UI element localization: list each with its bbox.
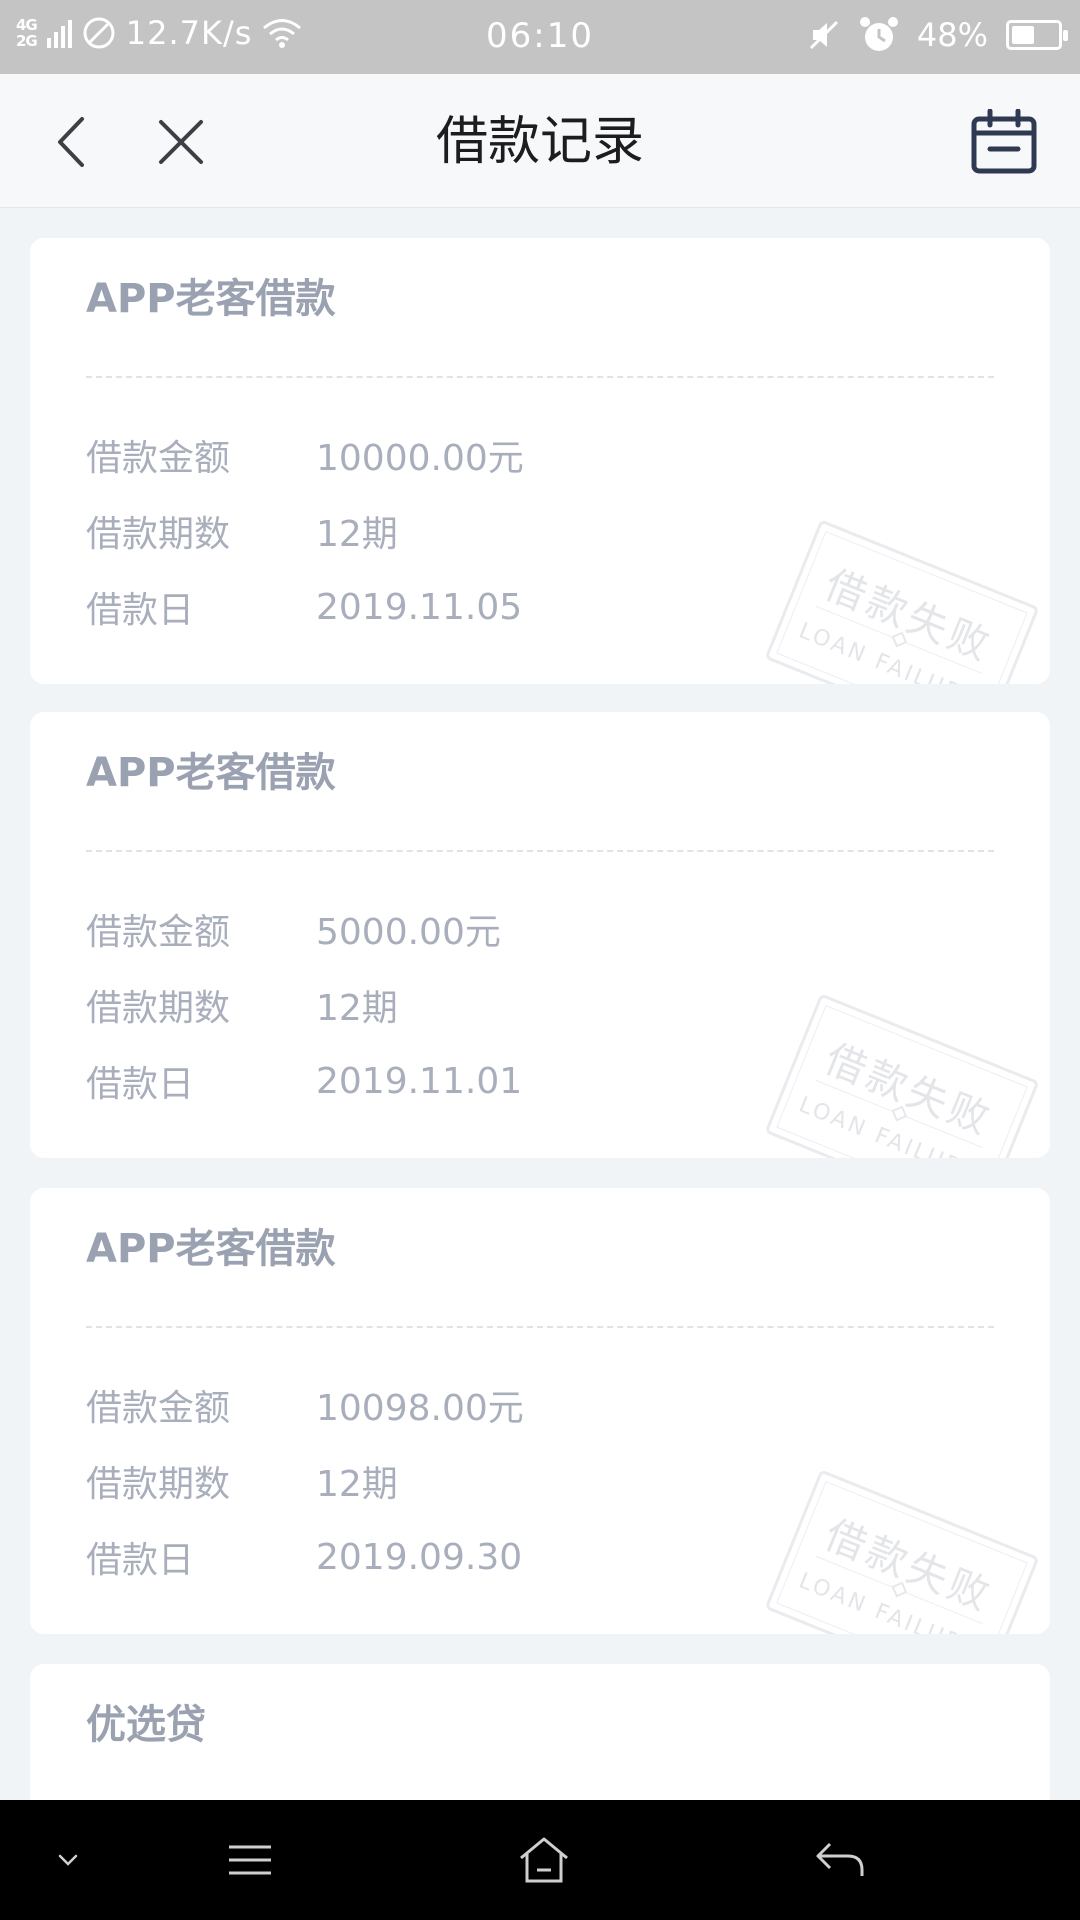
home-icon <box>520 1837 568 1883</box>
record-title: 优选贷 <box>86 1702 206 1748</box>
loan-failed-stamp: 借款失败 LOAN FAILURE <box>764 993 1040 1158</box>
amount-value: 10098.00元 <box>316 1388 524 1429</box>
amount-value: 10000.00元 <box>316 438 524 479</box>
record-title: APP老客借款 <box>86 1226 336 1272</box>
amount-value: 5000.00元 <box>316 912 501 953</box>
term-row: 借款期数 12期 <box>86 980 398 1030</box>
date-value: 2019.11.05 <box>316 586 523 628</box>
date-row: 借款日 2019.11.01 <box>86 1056 522 1106</box>
date-label: 借款日 <box>86 1540 195 1581</box>
status-right: 48% <box>807 16 1068 54</box>
battery-icon <box>1006 20 1068 50</box>
term-row: 借款期数 12期 <box>86 506 398 556</box>
loan-failed-stamp: 借款失败 LOAN FAILURE <box>764 519 1040 684</box>
dashed-divider <box>86 850 994 852</box>
status-bar: 4G 2G 12.7K/s 06:10 48% <box>0 0 1080 74</box>
page-title: 借款记录 <box>435 112 644 172</box>
amount-label: 借款金额 <box>86 912 231 953</box>
amount-label: 借款金额 <box>86 438 231 479</box>
date-row: 借款日 2019.11.05 <box>86 582 522 632</box>
calendar-icon <box>971 109 1037 174</box>
collapse-button[interactable] <box>38 1830 98 1890</box>
amount-row: 借款金额 5000.00元 <box>86 904 501 954</box>
mute-icon <box>809 20 838 50</box>
loan-record-card[interactable]: APP老客借款 借款金额 10000.00元 借款期数 12期 借款日 2019… <box>30 238 1050 684</box>
system-nav-bar <box>0 1800 1080 1920</box>
record-title: APP老客借款 <box>86 750 336 796</box>
chevron-down-icon <box>58 1854 78 1866</box>
nav-bar: 借款记录 <box>0 74 1080 208</box>
loan-record-card[interactable]: APP老客借款 借款金额 10098.00元 借款期数 12期 借款日 2019… <box>30 1188 1050 1634</box>
term-label: 借款期数 <box>86 514 231 555</box>
alarm-icon <box>859 17 898 51</box>
battery-percent: 48% <box>916 16 988 54</box>
date-label: 借款日 <box>86 590 195 631</box>
amount-row: 借款金额 10000.00元 <box>86 430 524 480</box>
date-row: 借款日 2019.09.30 <box>86 1532 522 1582</box>
menu-button[interactable] <box>220 1830 280 1890</box>
loan-failed-stamp: 借款失败 LOAN FAILURE <box>764 1469 1040 1634</box>
term-value: 12期 <box>316 1464 398 1505</box>
loan-record-list[interactable]: APP老客借款 借款金额 10000.00元 借款期数 12期 借款日 2019… <box>0 208 1080 1800</box>
date-value: 2019.11.01 <box>316 1060 523 1102</box>
dashed-divider <box>86 1326 994 1328</box>
home-button[interactable] <box>514 1830 574 1890</box>
record-title: APP老客借款 <box>86 276 336 322</box>
back-nav-button[interactable] <box>810 1830 870 1890</box>
loan-record-card[interactable]: 优选贷 <box>30 1664 1050 1800</box>
term-row: 借款期数 12期 <box>86 1456 398 1506</box>
date-value: 2019.09.30 <box>316 1536 523 1578</box>
amount-row: 借款金额 10098.00元 <box>86 1380 524 1430</box>
date-label: 借款日 <box>86 1064 195 1105</box>
term-value: 12期 <box>316 988 398 1029</box>
back-arrow-icon <box>816 1842 864 1876</box>
dashed-divider <box>86 376 994 378</box>
calendar-button[interactable] <box>968 106 1040 178</box>
loan-record-card[interactable]: APP老客借款 借款金额 5000.00元 借款期数 12期 借款日 2019.… <box>30 712 1050 1158</box>
menu-icon <box>229 1845 271 1875</box>
term-value: 12期 <box>316 514 398 555</box>
amount-label: 借款金额 <box>86 1388 231 1429</box>
term-label: 借款期数 <box>86 1464 231 1505</box>
term-label: 借款期数 <box>86 988 231 1029</box>
